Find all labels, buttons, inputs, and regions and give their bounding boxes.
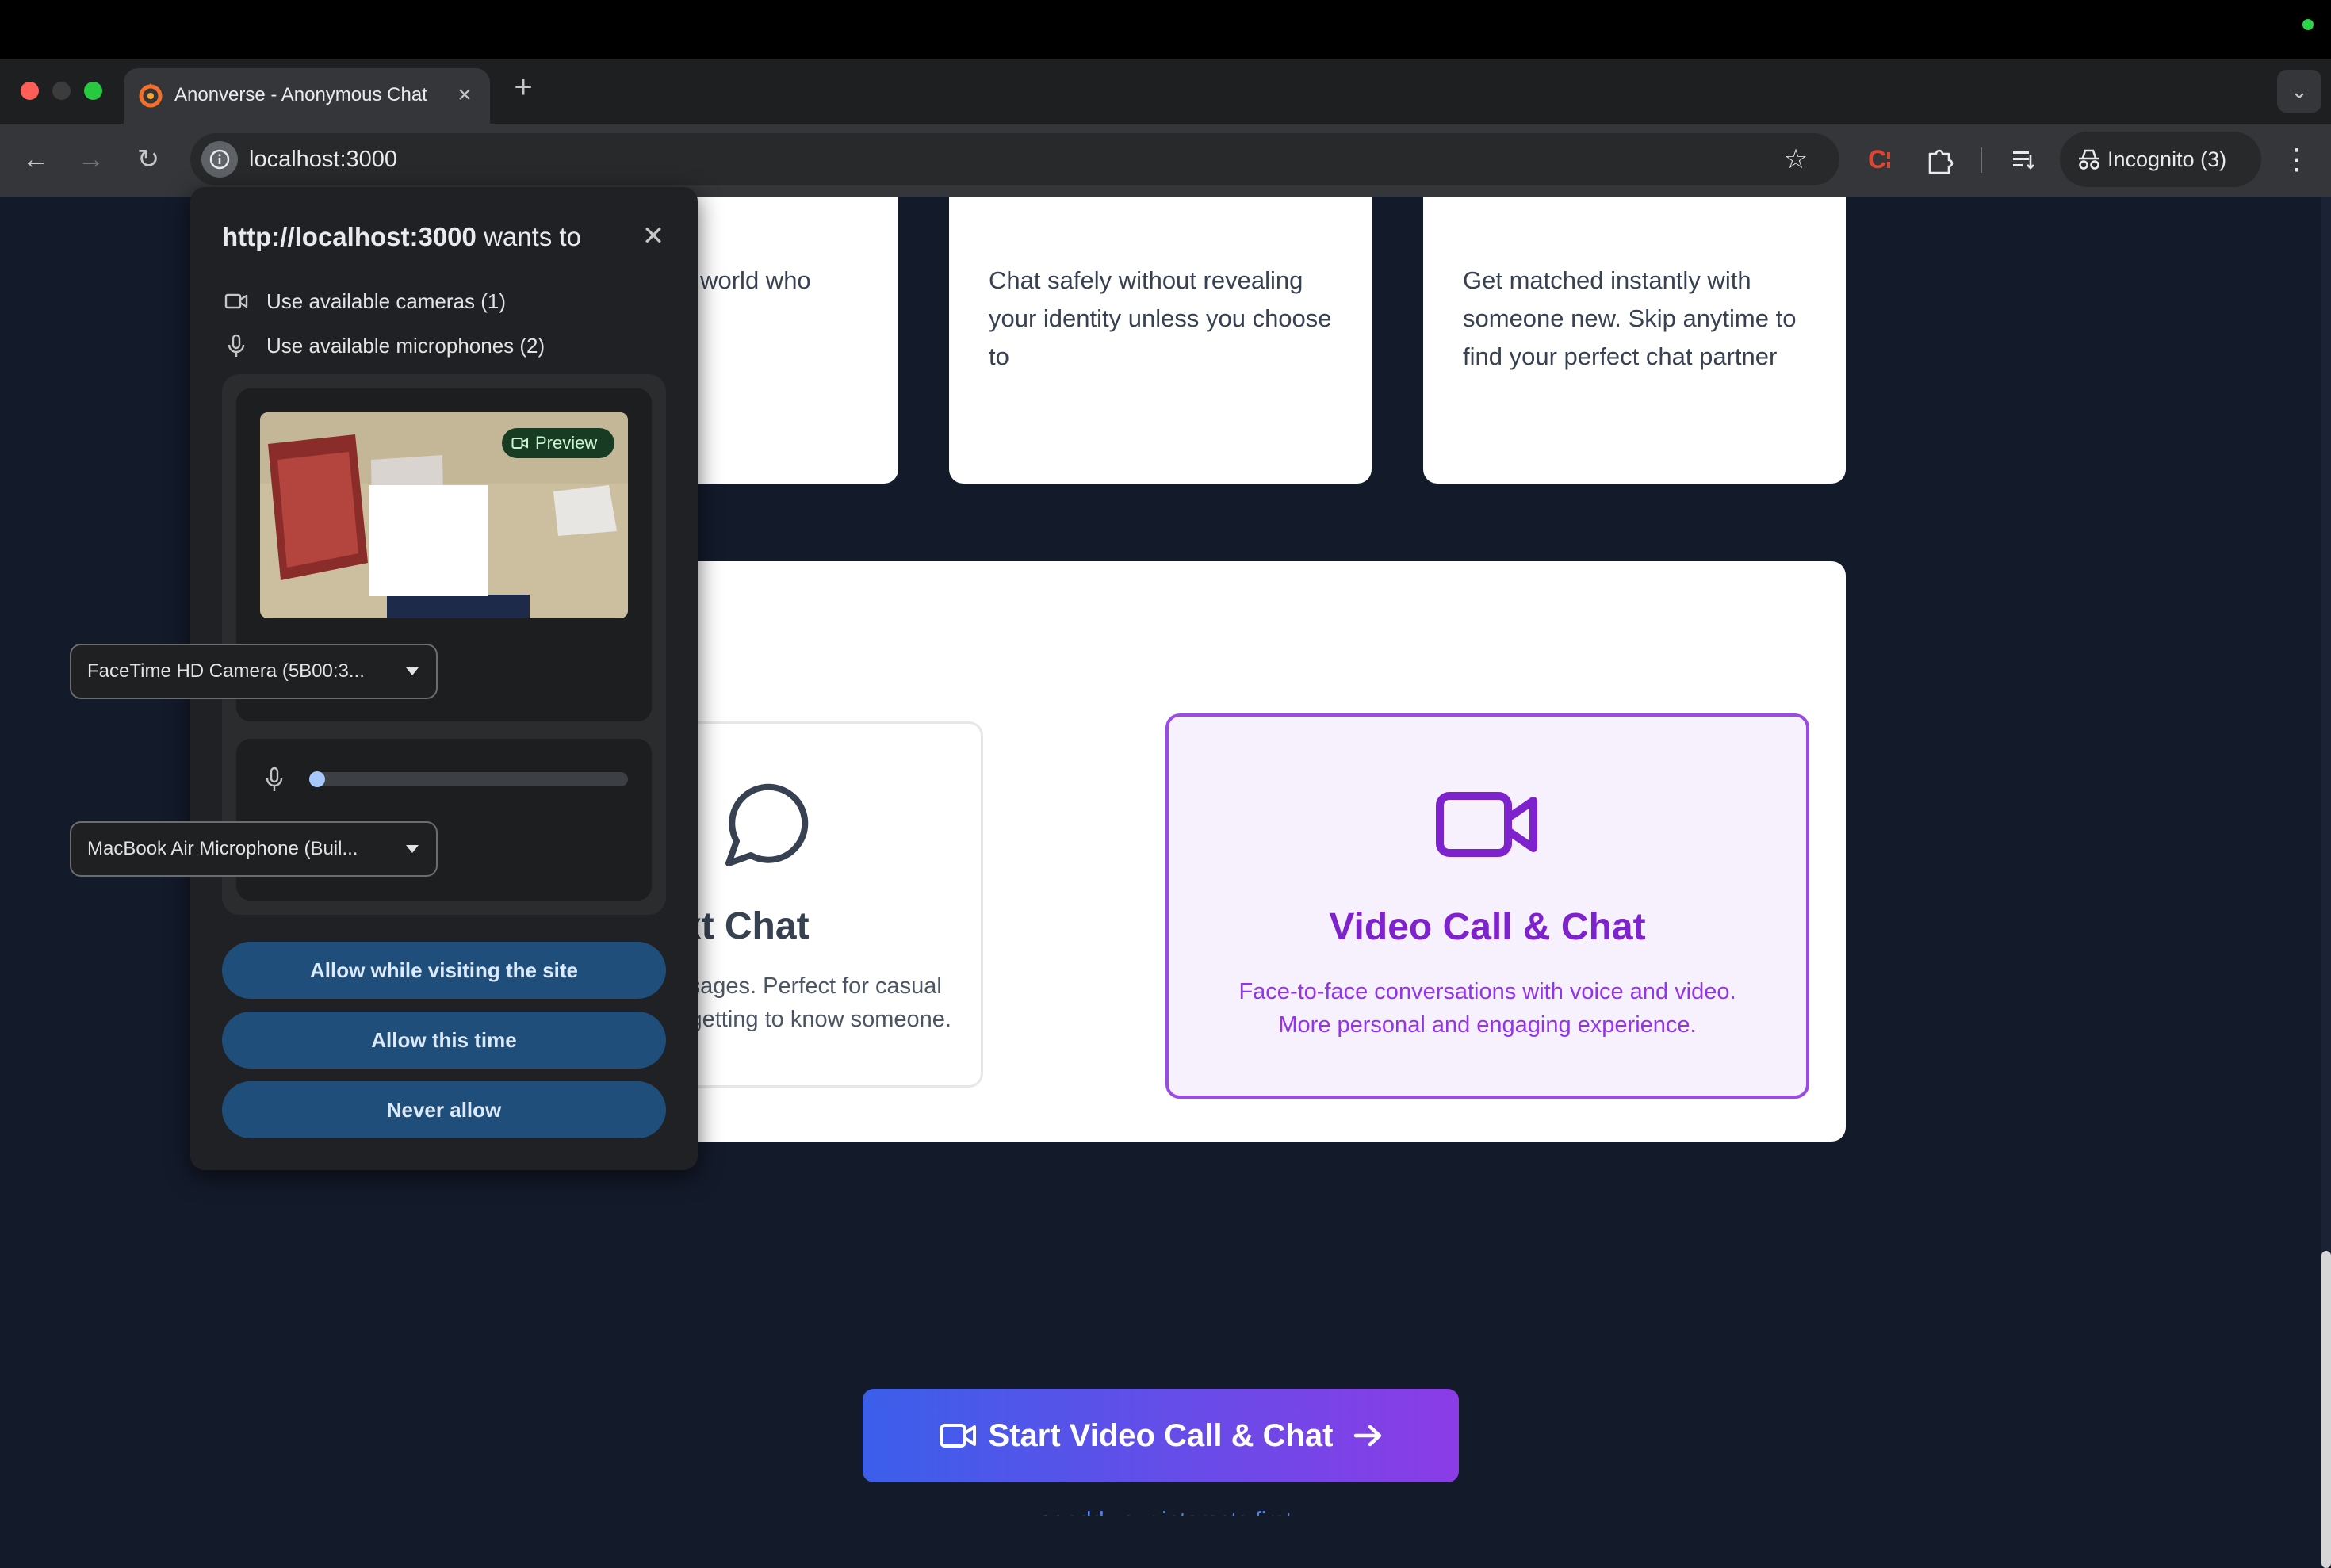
browser-tab[interactable]: Anonverse - Anonymous Chat × xyxy=(124,68,490,124)
site-info-icon[interactable] xyxy=(201,141,238,178)
maximize-window-button[interactable] xyxy=(84,82,102,100)
permission-microphone: Use available microphones (2) xyxy=(224,328,668,363)
chat-bubble-icon xyxy=(725,783,809,866)
minimize-window-button[interactable] xyxy=(52,82,71,100)
never-allow-button[interactable]: Never allow xyxy=(222,1081,666,1138)
video-camera-icon xyxy=(1436,792,1537,857)
tab-title: Anonverse - Anonymous Chat xyxy=(174,84,427,105)
popup-origin: http://localhost:3000 xyxy=(222,222,477,251)
chevron-down-icon xyxy=(406,845,419,853)
permission-camera-label: Use available cameras (1) xyxy=(266,289,507,313)
status-dot-icon xyxy=(2302,19,2314,30)
bookmark-star-icon[interactable]: ☆ xyxy=(1776,133,1816,185)
feature-card-instant: Get matched instantly with someone new. … xyxy=(1423,197,1846,484)
chevron-down-icon xyxy=(406,667,419,675)
privacy-mask xyxy=(369,485,488,596)
arrow-right-icon xyxy=(1353,1425,1382,1447)
mic-level-meter xyxy=(309,771,628,787)
camera-icon xyxy=(511,438,528,449)
browser-menu-button[interactable]: ⋮ xyxy=(2279,141,2315,178)
url-text: localhost:3000 xyxy=(249,147,398,172)
new-tab-button[interactable]: + xyxy=(507,71,539,103)
interests-line: or add your interests first xyxy=(872,1508,1459,1516)
address-bar[interactable]: localhost:3000 ☆ xyxy=(190,133,1839,185)
popup-close-icon[interactable]: ✕ xyxy=(636,219,671,254)
permission-microphone-label: Use available microphones (2) xyxy=(266,334,545,358)
extension-c-icon[interactable]: C xyxy=(1863,141,1900,178)
video-chat-option[interactable]: Video Call & Chat Face-to-face conversat… xyxy=(1166,713,1809,1099)
feature-card-text: Get matched instantly with someone new. … xyxy=(1463,266,1797,370)
start-video-chat-button[interactable]: Start Video Call & Chat xyxy=(863,1389,1459,1482)
popup-wants-to: wants to xyxy=(484,222,581,251)
incognito-label: Incognito (3) xyxy=(2107,147,2227,171)
video-chat-title: Video Call & Chat xyxy=(1329,906,1646,948)
extensions-puzzle-icon[interactable] xyxy=(1922,141,1958,178)
camera-preview: Preview xyxy=(260,412,628,618)
microphone-icon xyxy=(228,334,245,357)
microphone-select-value: MacBook Air Microphone (Buil... xyxy=(87,838,358,859)
feature-card-text: Chat safely without revealing your ident… xyxy=(989,266,1332,370)
camera-select-value: FaceTime HD Camera (5B00:3... xyxy=(87,660,365,682)
svg-text:C: C xyxy=(1868,145,1886,174)
preview-badge-label: Preview xyxy=(535,433,598,453)
tab-close-icon[interactable]: × xyxy=(450,81,479,109)
camera-icon xyxy=(224,293,248,309)
scrollbar-thumb[interactable] xyxy=(2321,1251,2331,1568)
reading-list-icon[interactable] xyxy=(2006,141,2042,178)
tab-search-button[interactable]: ⌄ xyxy=(2277,70,2321,113)
permission-camera: Use available cameras (1) xyxy=(224,284,668,319)
camera-select[interactable]: FaceTime HD Camera (5B00:3... xyxy=(70,644,438,699)
incognito-indicator[interactable]: Incognito (3) xyxy=(2060,132,2261,187)
grafana-favicon-icon xyxy=(139,83,163,108)
reload-button[interactable]: ↻ xyxy=(128,140,168,179)
forward-button[interactable]: → xyxy=(71,140,111,179)
os-menubar xyxy=(0,0,2331,59)
feature-card-private: Chat safely without revealing your ident… xyxy=(949,197,1372,484)
microphone-select[interactable]: MacBook Air Microphone (Buil... xyxy=(70,821,438,877)
allow-this-time-button[interactable]: Allow this time xyxy=(222,1012,666,1069)
back-button[interactable]: ← xyxy=(16,140,56,179)
close-window-button[interactable] xyxy=(21,82,39,100)
mic-level-indicator xyxy=(309,771,325,787)
video-chat-description-line1: Face-to-face conversations with voice an… xyxy=(1238,979,1736,1004)
video-chat-description-line2: More personal and engaging experience. xyxy=(1278,1012,1697,1038)
incognito-icon xyxy=(2079,149,2099,170)
preview-badge: Preview xyxy=(502,428,614,458)
page-scrollbar[interactable] xyxy=(2321,197,2331,1568)
microphone-icon xyxy=(266,767,283,791)
toolbar-divider xyxy=(1981,147,1982,173)
popup-heading: http://localhost:3000 wants to xyxy=(222,222,634,252)
allow-while-visiting-button[interactable]: Allow while visiting the site xyxy=(222,942,666,999)
add-interests-link[interactable]: add your interests first xyxy=(1066,1508,1292,1516)
or-text: or xyxy=(1039,1508,1059,1516)
